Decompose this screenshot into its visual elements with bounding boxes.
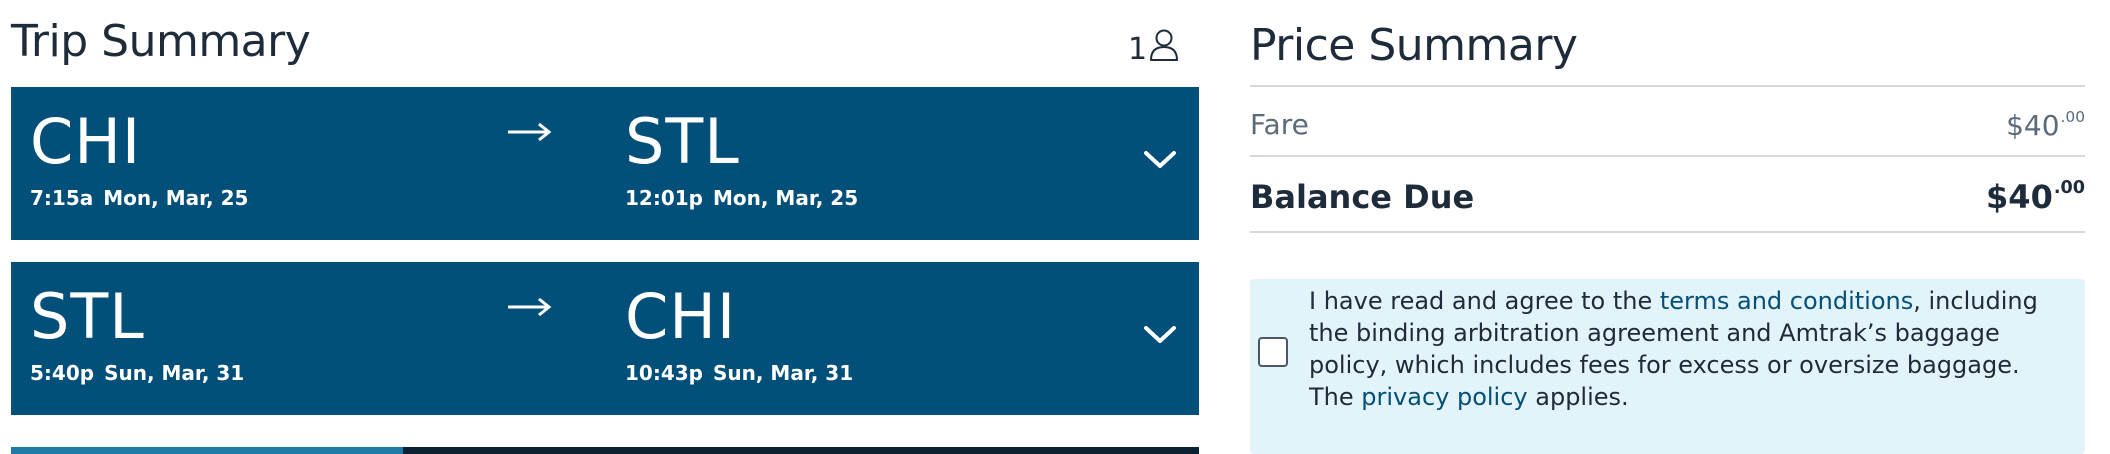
balance-due-amount: $40.00 [1986, 178, 2085, 216]
trip-leg-return[interactable]: STL 5:40p Sun, Mar, 31 CHI 10:43p Sun, Mar… [11, 262, 1199, 415]
terms-agreement-box: I have read and agree to the terms and c… [1250, 279, 2085, 454]
balance-due-label: Balance Due [1250, 178, 1475, 216]
price-summary-title: Price Summary [1250, 20, 1578, 71]
trip-progress-fill [11, 447, 404, 454]
leg-arrival: 10:43p Sun, Mar, 31 [625, 361, 853, 385]
agreement-text-3: applies. [1527, 383, 1629, 411]
arrow-right-icon [506, 121, 552, 147]
chevron-down-icon[interactable] [1143, 324, 1177, 350]
terms-agreement-checkbox[interactable] [1258, 337, 1288, 367]
leg-departure: 7:15a Mon, Mar, 25 [30, 186, 248, 210]
fare-label: Fare [1250, 108, 1309, 141]
leg-departure: 5:40p Sun, Mar, 31 [30, 361, 244, 385]
fare-dollars: $40 [2006, 109, 2060, 143]
leg-arrival: 12:01p Mon, Mar, 25 [625, 186, 858, 210]
person-icon [1147, 28, 1179, 70]
divider [1250, 231, 2085, 233]
leg-departure-date: Mon, Mar, 25 [103, 186, 249, 210]
fare-amount: $40.00 [2006, 108, 2085, 142]
agreement-text-1: I have read and agree to the [1309, 287, 1660, 315]
trip-progress-bar [11, 447, 1199, 454]
terms-and-conditions-link[interactable]: terms and conditions [1660, 287, 1913, 315]
divider [1250, 85, 2085, 87]
leg-departure-time: 5:40p [30, 361, 95, 385]
leg-arrival-date: Sun, Mar, 31 [712, 361, 854, 385]
leg-origin-code: CHI [30, 105, 142, 178]
leg-arrival-date: Mon, Mar, 25 [712, 186, 859, 210]
terms-agreement-text: I have read and agree to the terms and c… [1309, 285, 2069, 413]
divider [1250, 155, 2085, 157]
chevron-down-icon[interactable] [1143, 149, 1177, 175]
leg-arrival-time: 12:01p [625, 186, 703, 210]
trip-summary-title: Trip Summary [11, 16, 311, 67]
arrow-right-icon [506, 296, 552, 322]
trip-leg-outbound[interactable]: CHI 7:15a Mon, Mar, 25 STL 12:01p Mon, Mar… [11, 87, 1199, 240]
passenger-count-value: 1 [1128, 31, 1148, 67]
privacy-policy-link[interactable]: privacy policy [1361, 383, 1527, 411]
passenger-count: 1 [1128, 28, 1179, 70]
leg-destination-code: CHI [625, 280, 737, 353]
balance-dollars: $40 [1986, 178, 2053, 216]
leg-arrival-time: 10:43p [625, 361, 703, 385]
leg-destination-code: STL [625, 105, 740, 178]
balance-cents: .00 [2053, 178, 2085, 199]
fare-cents: .00 [2060, 108, 2085, 126]
leg-departure-date: Sun, Mar, 31 [104, 361, 245, 385]
leg-origin-code: STL [30, 280, 145, 353]
leg-departure-time: 7:15a [30, 186, 94, 210]
